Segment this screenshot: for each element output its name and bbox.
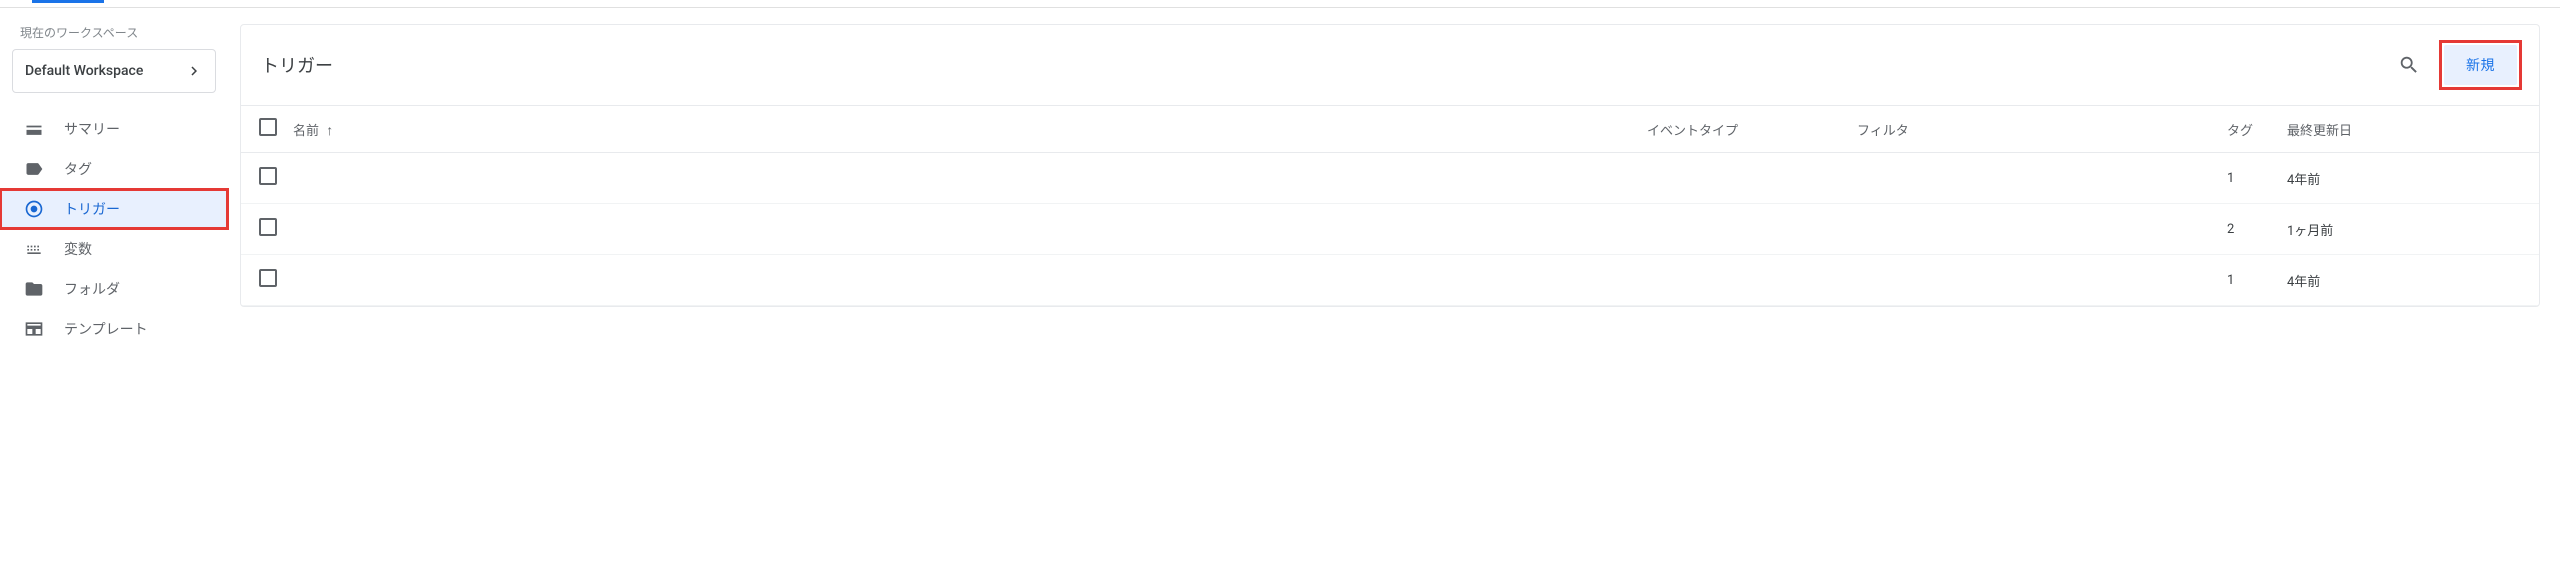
nav-label-templates: テンプレート [64,319,212,339]
cell-updated: 4年前 [2279,255,2539,306]
sidebar: 現在のワークスペース Default Workspace サマリー タグ トリガ… [0,8,228,349]
dashboard-icon [24,119,44,139]
nav-item-triggers[interactable]: トリガー [0,189,228,229]
row-checkbox[interactable] [259,269,277,287]
workspace-name: Default Workspace [25,63,143,79]
cell-filter [1849,255,2219,306]
folder-icon [24,279,44,299]
nav-label-triggers: トリガー [64,199,212,219]
cell-name [285,255,1639,306]
table-header: 名前 ↑ イベントタイプ フィルタ タグ 最終更新日 [241,106,2539,153]
search-icon [2398,54,2420,76]
active-tab-indicator [32,0,104,3]
card-header: トリガー 新規 [241,25,2539,105]
chevron-right-icon [185,62,203,80]
top-bar [0,0,2560,8]
triggers-table: 名前 ↑ イベントタイプ フィルタ タグ 最終更新日 [241,105,2539,306]
cell-updated: 4年前 [2279,153,2539,204]
cell-filter [1849,204,2219,255]
select-all-checkbox[interactable] [259,118,277,136]
table-row[interactable]: 1 4年前 [241,255,2539,306]
row-checkbox[interactable] [259,218,277,236]
nav-item-variables[interactable]: 変数 [0,229,228,269]
nav-list: サマリー タグ トリガー 変数 フォルダ テンプレート [0,109,228,349]
cell-event-type [1639,153,1849,204]
header-tag[interactable]: タグ [2219,106,2279,153]
cell-tag: 2 [2219,204,2279,255]
tag-icon [24,159,44,179]
nav-item-templates[interactable]: テンプレート [0,309,228,349]
new-button-highlight: 新規 [2442,43,2519,87]
cell-name [285,153,1639,204]
table-body: 1 4年前 2 1ヶ月前 [241,153,2539,306]
row-checkbox[interactable] [259,167,277,185]
card-actions: 新規 [2392,43,2519,87]
header-checkbox-cell [241,106,285,153]
card-title: トリガー [261,52,333,78]
nav-item-folders[interactable]: フォルダ [0,269,228,309]
nav-label-summary: サマリー [64,119,212,139]
sort-ascending-icon: ↑ [326,122,333,139]
triggers-card: トリガー 新規 名前 [240,24,2540,307]
nav-label-folders: フォルダ [64,279,212,299]
header-name[interactable]: 名前 ↑ [285,106,1639,153]
nav-label-tags: タグ [64,159,212,179]
nav-item-summary[interactable]: サマリー [0,109,228,149]
cell-tag: 1 [2219,255,2279,306]
cell-filter [1849,153,2219,204]
template-icon [24,319,44,339]
cell-event-type [1639,255,1849,306]
variables-icon [24,239,44,259]
header-updated[interactable]: 最終更新日 [2279,106,2539,153]
cell-tag: 1 [2219,153,2279,204]
nav-label-variables: 変数 [64,239,212,259]
row-checkbox-cell [241,153,285,204]
new-button[interactable]: 新規 [2444,45,2517,85]
row-checkbox-cell [241,255,285,306]
workspace-label: 現在のワークスペース [0,20,228,49]
cell-updated: 1ヶ月前 [2279,204,2539,255]
target-icon [24,199,44,219]
row-checkbox-cell [241,204,285,255]
cell-name [285,204,1639,255]
table-row[interactable]: 1 4年前 [241,153,2539,204]
header-filter[interactable]: フィルタ [1849,106,2219,153]
workspace-selector[interactable]: Default Workspace [12,49,216,93]
header-event-type[interactable]: イベントタイプ [1639,106,1849,153]
cell-event-type [1639,204,1849,255]
search-button[interactable] [2392,48,2426,82]
table-row[interactable]: 2 1ヶ月前 [241,204,2539,255]
main-container: 現在のワークスペース Default Workspace サマリー タグ トリガ… [0,8,2560,349]
main-content: トリガー 新規 名前 [228,8,2560,349]
nav-item-tags[interactable]: タグ [0,149,228,189]
header-name-label: 名前 [293,124,319,139]
